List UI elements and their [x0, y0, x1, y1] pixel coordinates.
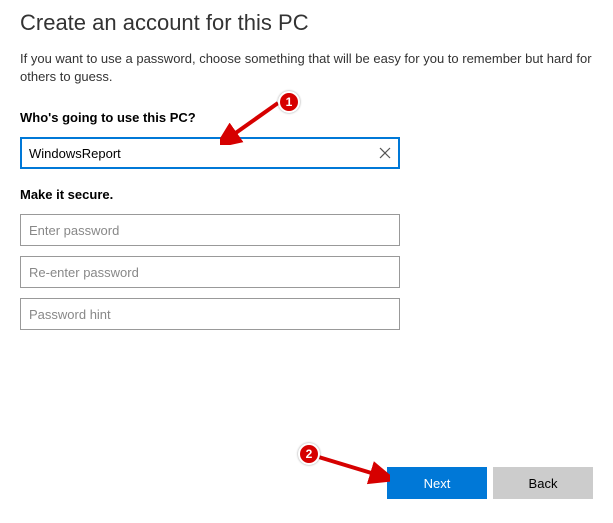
reenter-password-input[interactable] [20, 256, 400, 288]
annotation-2: 2 [300, 445, 390, 485]
password-input[interactable] [20, 214, 400, 246]
username-input[interactable] [20, 137, 400, 169]
secure-label: Make it secure. [20, 187, 593, 202]
secure-section: Make it secure. [20, 187, 593, 330]
arrow-icon [300, 445, 390, 485]
password-hint-input[interactable] [20, 298, 400, 330]
clear-icon[interactable] [376, 144, 394, 162]
username-label: Who's going to use this PC? [20, 110, 593, 125]
username-input-wrapper [20, 137, 400, 169]
username-section: Who's going to use this PC? [20, 110, 593, 169]
page-title: Create an account for this PC [20, 10, 593, 36]
back-button[interactable]: Back [493, 467, 593, 499]
page-description: If you want to use a password, choose so… [20, 50, 593, 86]
annotation-badge: 2 [298, 443, 320, 465]
button-row: Next Back [387, 467, 593, 499]
next-button[interactable]: Next [387, 467, 487, 499]
